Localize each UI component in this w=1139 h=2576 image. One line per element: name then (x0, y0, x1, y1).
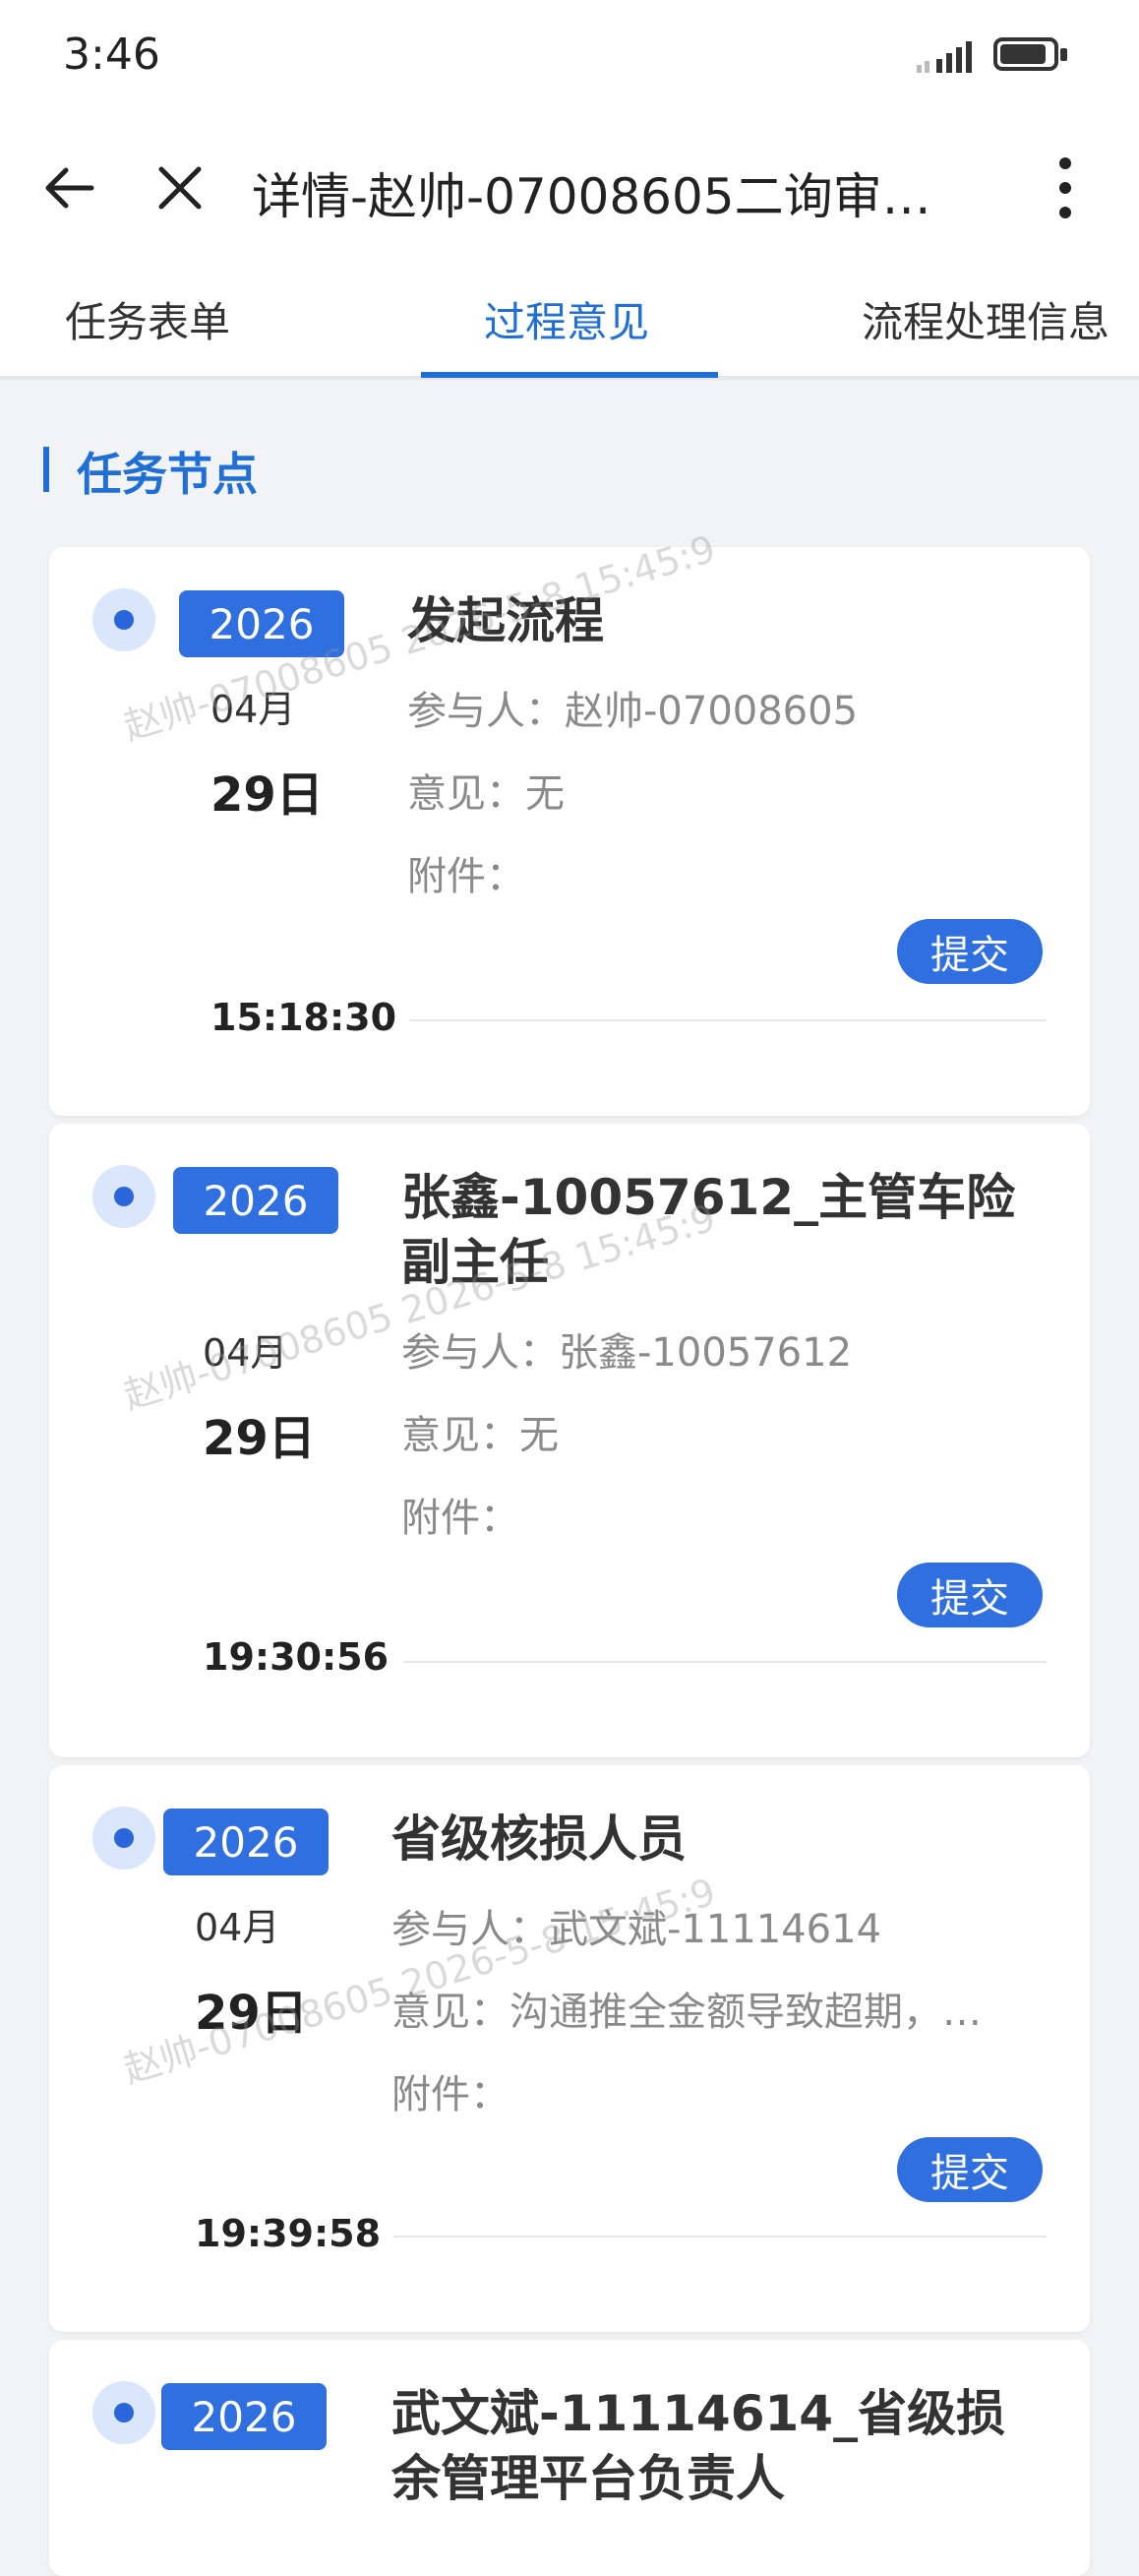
attachment-line: 附件： (391, 2062, 1041, 2119)
opinion-label: 意见： (391, 1990, 510, 2035)
active-tab-indicator (421, 372, 718, 378)
node-month: 04月 (195, 1906, 280, 1949)
participant-line: 参与人：赵帅-07008605 (407, 679, 1056, 736)
battery-icon (993, 37, 1072, 75)
node-time: 15:18:30 (210, 996, 397, 1039)
opinion-line: 意见：沟通推全金额导致超期，… (391, 1980, 1041, 2037)
more-vertical-icon (1059, 157, 1071, 218)
close-button[interactable] (148, 155, 212, 220)
node-month: 04月 (210, 688, 296, 731)
node-day: 29日 (210, 767, 324, 823)
participant-value: 张鑫-10057612 (559, 1330, 853, 1376)
divider (393, 2236, 1047, 2238)
opinion-value: 无 (519, 1413, 559, 1458)
node-title: 武文斌-11114614_省级损余管理平台负责人 (391, 2385, 1006, 2507)
divider (403, 1661, 1047, 1663)
year-badge: 2026 (179, 590, 344, 657)
attachment-label: 附件： (407, 854, 525, 899)
participant-line: 参与人：张鑫-10057612 (401, 1320, 1050, 1378)
node-title: 省级核损人员 (391, 1810, 687, 1868)
submit-badge: 提交 (897, 919, 1043, 984)
participant-value: 武文斌-11114614 (549, 1907, 882, 1952)
status-time: 3:46 (63, 30, 160, 80)
divider (409, 1019, 1047, 1021)
opinion-label: 意见： (401, 1413, 519, 1458)
node-day: 29日 (195, 1986, 308, 2041)
opinion-value: 沟通推全金额导致超期，… (510, 1990, 982, 2035)
year-badge: 2026 (173, 1167, 338, 1234)
node-month: 04月 (203, 1331, 288, 1375)
status-bar: 3:46 (0, 0, 1139, 118)
attachment-line: 附件： (401, 1486, 1050, 1543)
attachment-label: 附件： (391, 2072, 510, 2117)
task-node-card: 2026 04月 29日 19:39:58 省级核损人员 参与人：武文斌-111… (49, 1765, 1090, 2332)
page-title: 详情-赵帅-07008605二询审… (252, 168, 931, 225)
participant-label: 参与人： (407, 689, 565, 734)
task-node-card: 2026 04月 29日 19:30:56 张鑫-10057612_主管车险副主… (49, 1124, 1090, 1757)
timeline-dot-icon (92, 1165, 155, 1228)
submit-badge: 提交 (897, 2137, 1043, 2202)
participant-value: 赵帅-07008605 (565, 689, 859, 734)
more-menu-button[interactable] (1033, 155, 1098, 220)
node-title: 张鑫-10057612_主管车险副主任 (401, 1169, 1016, 1291)
signal-icon (917, 41, 972, 73)
opinion-line: 意见：无 (401, 1403, 1050, 1460)
attachment-label: 附件： (401, 1496, 519, 1541)
tab-flow-info[interactable]: 流程处理信息 (862, 289, 1109, 349)
node-title: 发起流程 (407, 592, 604, 649)
section-accent-bar (43, 447, 49, 492)
task-node-card: 2026 武文斌-11114614_省级损余管理平台负责人 (49, 2340, 1090, 2576)
submit-badge: 提交 (897, 1563, 1043, 1627)
node-day: 29日 (203, 1411, 316, 1466)
timeline-dot-icon (92, 1807, 155, 1870)
participant-label: 参与人： (391, 1907, 549, 1952)
attachment-line: 附件： (407, 844, 1056, 901)
year-badge: 2026 (161, 2383, 327, 2450)
node-time: 19:39:58 (195, 2212, 382, 2255)
opinion-value: 无 (525, 771, 565, 817)
tab-bar: 任务表单 过程意见 流程处理信息 (0, 256, 1139, 380)
year-badge: 2026 (163, 1809, 329, 1875)
task-node-card: 2026 04月 29日 15:18:30 发起流程 参与人：赵帅-070086… (49, 547, 1090, 1116)
participant-line: 参与人：武文斌-11114614 (391, 1897, 1041, 1954)
timeline-dot-icon (92, 2381, 155, 2444)
participant-label: 参与人： (401, 1330, 559, 1376)
back-button[interactable] (37, 155, 102, 220)
close-icon (158, 166, 202, 210)
tab-process-opinions[interactable]: 过程意见 (484, 289, 649, 349)
arrow-left-icon (45, 167, 94, 209)
tab-task-form[interactable]: 任务表单 (65, 289, 230, 349)
node-time: 19:30:56 (203, 1635, 390, 1679)
app-header: 详情-赵帅-07008605二询审… (0, 118, 1139, 256)
opinion-line: 意见：无 (407, 762, 1056, 819)
section-title: 任务节点 (77, 448, 258, 501)
opinion-label: 意见： (407, 771, 525, 817)
timeline-dot-icon (92, 588, 155, 651)
